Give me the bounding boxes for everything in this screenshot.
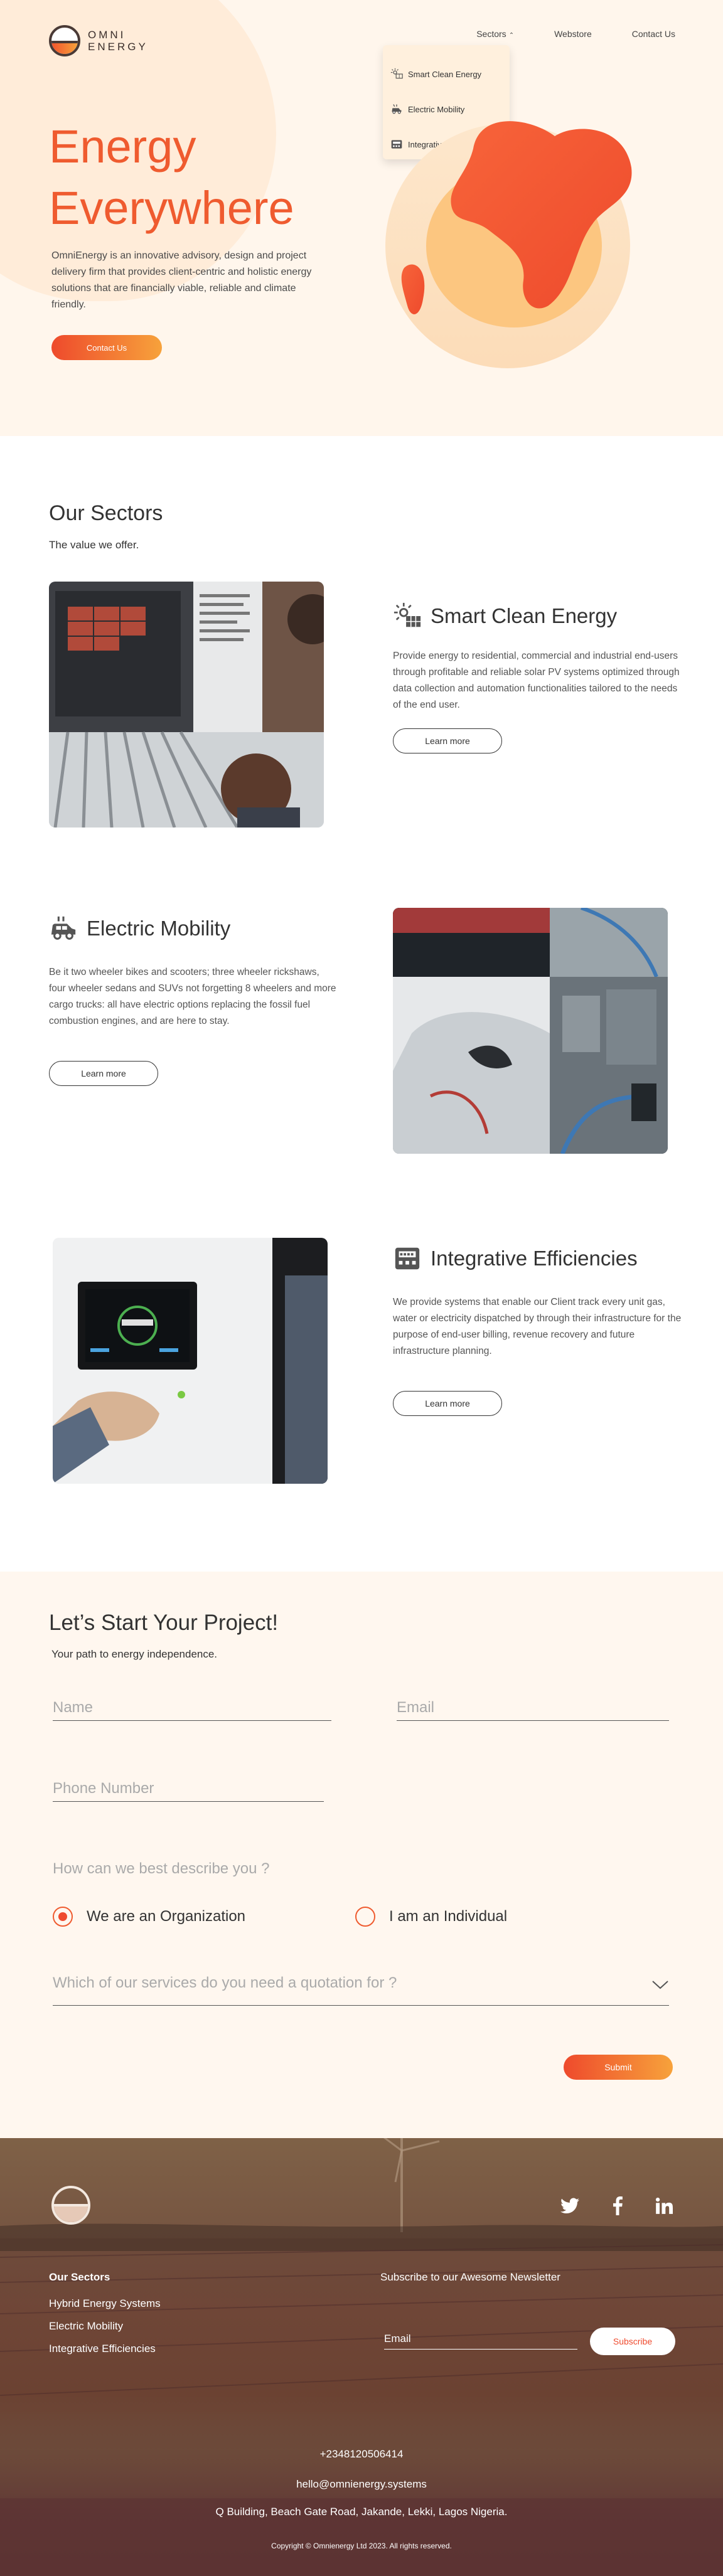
radio-selected-icon — [53, 1907, 73, 1927]
smart-clean-energy-title: Smart Clean Energy — [431, 604, 618, 627]
footer-logo-icon[interactable] — [51, 2186, 90, 2225]
electric-mobility-photo — [393, 908, 668, 1154]
contact-section: Let’s Start Your Project! Your path to e… — [0, 1572, 723, 2138]
electric-car-icon — [51, 916, 76, 940]
brand-logo[interactable]: OMNI ENERGY — [49, 25, 148, 56]
services-select[interactable]: Which of our services do you need a quot… — [53, 1974, 669, 2006]
electric-mobility-heading: Electric Mobility — [49, 914, 230, 943]
sectors-section: Our Sectors The value we offer. Smart Cl… — [0, 436, 723, 1572]
integrative-efficiencies-heading: Integrative Efficiencies — [393, 1244, 638, 1273]
newsletter-email-field[interactable] — [384, 2333, 577, 2350]
electric-mobility-title: Electric Mobility — [87, 917, 231, 940]
phone-number-field[interactable] — [53, 1780, 324, 1802]
radio-individual[interactable]: I am an Individual — [355, 1907, 507, 1927]
footer-address: Q Building, Beach Gate Road, Jakande, Le… — [215, 2506, 508, 2518]
describe-question: How can we best describe you ? — [53, 1860, 270, 1877]
nav-sectors[interactable]: Sectors ⌃ — [476, 29, 514, 39]
globe-illustration — [385, 121, 632, 368]
footer-phone[interactable]: +2348120506414 — [0, 2448, 723, 2461]
hero-section: OMNI ENERGY Sectors ⌃ Webstore Contact Us… — [0, 0, 723, 436]
subscribe-button[interactable]: Subscribe — [590, 2328, 675, 2355]
copyright: Copyright © Omnienergy Ltd 2023. All rig… — [271, 2541, 452, 2550]
services-select-placeholder: Which of our services do you need a quot… — [53, 1974, 397, 1991]
meter-icon — [395, 1247, 420, 1270]
brand-name-line2: ENERGY — [88, 41, 148, 53]
submit-button[interactable]: Submit — [564, 2055, 673, 2080]
name-field[interactable] — [53, 1699, 331, 1721]
footer-link-electric-mobility[interactable]: Electric Mobility — [49, 2320, 123, 2333]
radio-individual-label: I am an Individual — [389, 1908, 508, 1925]
electric-mobility-learn-more-button[interactable]: Learn more — [49, 1061, 158, 1086]
contact-us-button[interactable]: Contact Us — [51, 335, 162, 360]
solar-panel-icon — [390, 68, 403, 79]
chevron-up-icon: ⌃ — [508, 32, 515, 39]
sectors-subtitle: The value we offer. — [49, 539, 139, 551]
brand-name-line1: OMNI — [88, 29, 126, 41]
linkedin-icon[interactable] — [651, 2193, 677, 2218]
email-field[interactable] — [397, 1699, 669, 1721]
footer-link-hybrid-energy[interactable]: Hybrid Energy Systems — [49, 2297, 161, 2310]
radio-unselected-icon — [355, 1907, 375, 1927]
integrative-efficiencies-description: We provide systems that enable our Clien… — [393, 1297, 682, 1356]
nav-sectors-label: Sectors — [476, 29, 506, 39]
nav-webstore[interactable]: Webstore — [554, 29, 592, 39]
electric-mobility-description: Be it two wheeler bikes and scooters; th… — [49, 967, 336, 1026]
chevron-down-icon — [652, 1981, 668, 1989]
smart-clean-energy-learn-more-button[interactable]: Learn more — [393, 728, 502, 753]
integrative-efficiencies-learn-more-button[interactable]: Learn more — [393, 1391, 502, 1416]
integrative-efficiencies-photo — [53, 1238, 328, 1484]
footer-email[interactable]: hello@omnienergy.systems — [0, 2478, 723, 2491]
radio-organization[interactable]: We are an Organization — [53, 1907, 245, 1927]
contact-title: Let’s Start Your Project! — [49, 1610, 279, 1635]
solar-panel-icon — [394, 602, 421, 627]
hero-title-line2: Everywhere — [49, 182, 294, 234]
hero-title-line1: Energy — [49, 120, 196, 173]
radio-organization-label: We are an Organization — [87, 1908, 246, 1925]
smart-clean-energy-photo — [49, 582, 324, 828]
sectors-title: Our Sectors — [49, 501, 163, 525]
logo-icon — [49, 25, 80, 56]
smart-clean-energy-description: Provide energy to residential, commercia… — [393, 651, 680, 710]
dropdown-item-smart-clean-energy[interactable]: Smart Clean Energy — [383, 56, 510, 92]
integrative-efficiencies-title: Integrative Efficiencies — [431, 1247, 638, 1270]
footer-sectors-heading: Our Sectors — [49, 2271, 110, 2283]
facebook-icon[interactable] — [605, 2193, 630, 2218]
newsletter-heading: Subscribe to our Awesome Newsletter — [380, 2271, 560, 2283]
hero-description: OmniEnergy is an innovative advisory, de… — [51, 250, 312, 310]
footer-link-integrative-efficiencies[interactable]: Integrative Efficiencies — [49, 2343, 156, 2355]
nav-contact[interactable]: Contact Us — [632, 29, 675, 39]
top-nav: Sectors ⌃ Webstore Contact Us — [476, 29, 675, 39]
hero-title: Energy Everywhere — [49, 116, 294, 239]
twitter-icon[interactable] — [557, 2193, 582, 2218]
contact-subtitle: Your path to energy independence. — [51, 1648, 218, 1660]
brand-name: OMNI ENERGY — [88, 29, 148, 53]
footer: Our Sectors Hybrid Energy Systems Electr… — [0, 2138, 723, 2576]
dropdown-item-label: Smart Clean Energy — [408, 69, 482, 79]
smart-clean-energy-heading: Smart Clean Energy — [393, 602, 617, 631]
